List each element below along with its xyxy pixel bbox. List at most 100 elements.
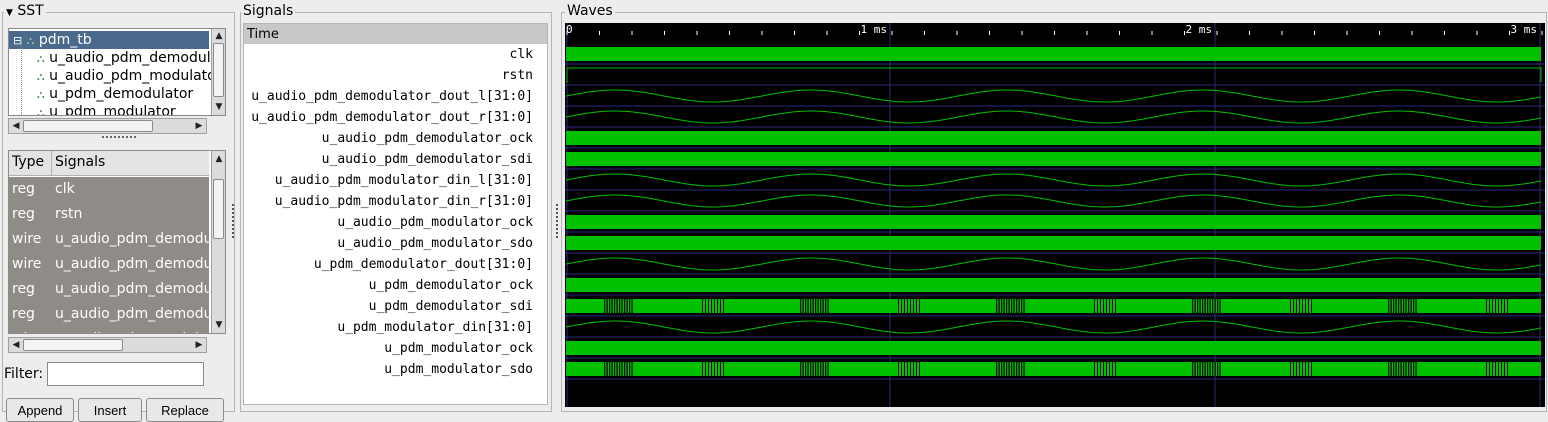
pdm-gap [624, 362, 626, 376]
scrollbar-thumb[interactable] [213, 179, 224, 239]
scroll-down-icon[interactable]: ▼ [213, 101, 225, 113]
pdm-gap [1106, 362, 1107, 376]
pdm-gap [702, 299, 703, 313]
pdm-gap [619, 362, 621, 376]
insert-button[interactable]: Insert [78, 398, 142, 422]
tree-item-u-audio-pdm-modulator[interactable]: ⛬ u_audio_pdm_modulator [37, 67, 221, 85]
pdm-gap [604, 299, 606, 313]
signal-label[interactable]: u_audio_pdm_modulator_din_r[31:0] [275, 191, 533, 212]
pdm-gap [910, 299, 911, 313]
pdm-gap [1013, 362, 1015, 376]
signals-panel[interactable]: Time clk rstn u_audio_pdm_demodulator_dout… [243, 23, 548, 405]
type-column-header[interactable]: Type [12, 154, 44, 170]
signal-list-row[interactable]: wire u_audio_pdm_modulator_din_l[31:0] [9, 327, 209, 333]
signal-label[interactable]: u_audio_pdm_demodulator_ock [322, 128, 533, 149]
pdm-gap [1103, 299, 1104, 313]
scrollbar-thumb[interactable] [213, 43, 224, 97]
sst-title[interactable]: ▼ SST [4, 3, 46, 19]
filter-input[interactable] [47, 362, 204, 386]
pdm-gap [1504, 362, 1505, 376]
pane-splitter-grip-icon[interactable] [556, 204, 560, 238]
pdm-gap [621, 299, 623, 313]
scrollbar-thumb[interactable] [23, 339, 123, 351]
signal-label[interactable]: u_pdm_modulator_sdo [384, 359, 533, 380]
replace-button[interactable]: Replace [146, 398, 224, 422]
pdm-gap [1408, 299, 1410, 313]
collapse-triangle-icon[interactable]: ▼ [6, 8, 13, 18]
pdm-gap [1395, 362, 1397, 376]
signal-label[interactable]: u_pdm_demodulator_sdi [369, 296, 533, 317]
pdm-gap [1194, 362, 1196, 376]
append-button[interactable]: Append [6, 398, 74, 422]
pdm-gap [609, 362, 611, 376]
tree-item-label: u_pdm_demodulator [49, 86, 194, 102]
signal-label[interactable]: u_audio_pdm_modulator_sdo [337, 233, 533, 254]
tree-item-u-audio-pdm-demodulator[interactable]: ⛬ u_audio_pdm_demodulator [37, 49, 225, 67]
scroll-up-icon[interactable]: ▲ [213, 30, 225, 42]
scroll-left-icon[interactable]: ◀ [10, 339, 22, 351]
scroll-right-icon[interactable]: ▶ [193, 120, 205, 132]
tree-vertical-scrollbar[interactable]: ▲ ▼ [211, 29, 225, 115]
scroll-left-icon[interactable]: ◀ [10, 120, 22, 132]
signal-list-row[interactable]: reg u_audio_pdm_demodulator_sdi [9, 302, 209, 327]
pdm-gap [723, 362, 724, 376]
signal-list-row[interactable]: wire u_audio_pdm_demodulator_dout_l[31:0] [9, 227, 209, 252]
signal-label[interactable]: u_pdm_demodulator_ock [369, 275, 533, 296]
tree-item-pdm-tb[interactable]: ⊟ ⛬ pdm_tb [9, 31, 209, 49]
signals-column-header[interactable]: Signals [55, 154, 105, 170]
signal-label[interactable]: u_audio_pdm_modulator_din_l[31:0] [275, 170, 533, 191]
pdm-waveform [566, 299, 1541, 313]
signal-label[interactable]: u_audio_pdm_demodulator_dout_r[31:0] [251, 107, 533, 128]
signal-list[interactable]: Type Signals reg clk reg rstn wire u_audio_pd… [8, 150, 226, 334]
signal-list-row[interactable]: reg rstn [9, 202, 209, 227]
pdm-gap [1299, 362, 1300, 376]
signal-label[interactable]: u_pdm_modulator_ock [384, 338, 533, 359]
pdm-gap [1489, 299, 1490, 313]
pdm-gap [810, 362, 812, 376]
pdm-gap [1214, 362, 1216, 376]
pane-splitter-grip-icon[interactable] [232, 204, 236, 238]
signal-label[interactable]: u_pdm_demodulator_dout[31:0] [314, 254, 533, 275]
signal-label[interactable]: u_audio_pdm_demodulator_dout_l[31:0] [251, 86, 533, 107]
pdm-gap [825, 299, 827, 313]
pdm-gap [626, 299, 628, 313]
pdm-gap [1023, 362, 1025, 376]
pdm-gap [919, 362, 920, 376]
pdm-gap [606, 299, 608, 313]
tree-item-u-pdm-demodulator[interactable]: ⛬ u_pdm_demodulator [37, 85, 193, 103]
scroll-up-icon[interactable]: ▲ [213, 153, 225, 165]
pdm-gap [1311, 299, 1312, 313]
pdm-gap [1016, 362, 1018, 376]
pane-grip-icon[interactable] [102, 136, 136, 142]
pdm-gap [1021, 362, 1023, 376]
signal-list-row[interactable]: wire u_audio_pdm_demodulator_dout_r[31:0] [9, 252, 209, 277]
signal-list-horizontal-scrollbar[interactable]: ◀ ▶ [8, 337, 207, 353]
pdm-gap [1199, 299, 1201, 313]
signal-label[interactable]: u_audio_pdm_demodulator_sdi [322, 149, 533, 170]
pdm-gap [1219, 362, 1221, 376]
pdm-gap [1021, 299, 1023, 313]
hierarchy-tree[interactable]: ⊟ ⛬ pdm_tb ⛬ u_audio_pdm_demodulator ⛬ u… [8, 28, 226, 116]
pdm-gap [1204, 362, 1206, 376]
pdm-waveform [566, 362, 1541, 376]
signal-label[interactable]: rstn [502, 65, 533, 86]
scroll-right-icon[interactable]: ▶ [193, 339, 205, 351]
scrollbar-thumb[interactable] [23, 120, 153, 132]
signal-list-row[interactable]: reg u_audio_pdm_demodulator_ock [9, 277, 209, 302]
signal-list-vertical-scrollbar[interactable]: ▲ ▼ [211, 151, 225, 333]
signal-list-row[interactable]: reg clk [9, 177, 209, 202]
signal-label[interactable]: u_audio_pdm_modulator_ock [337, 212, 533, 233]
waveform-viewer[interactable]: 01 ms 2 ms 3 ms [565, 23, 1545, 407]
signal-label[interactable]: u_pdm_modulator_din[31:0] [337, 317, 533, 338]
pdm-gap [827, 299, 829, 313]
tree-horizontal-scrollbar[interactable]: ◀ ▶ [8, 118, 207, 134]
waveform-canvas[interactable]: 01 ms 2 ms 3 ms [565, 23, 1545, 407]
scroll-down-icon[interactable]: ▼ [213, 319, 225, 331]
pdm-gap [1486, 362, 1487, 376]
signal-type: wire [12, 327, 41, 333]
pdm-gap [1212, 362, 1214, 376]
pdm-gap [805, 299, 807, 313]
pdm-gap [720, 299, 721, 313]
tree-item-u-pdm-modulator[interactable]: ⛬ u_pdm_modulator [37, 103, 176, 115]
signal-label[interactable]: clk [510, 44, 533, 65]
